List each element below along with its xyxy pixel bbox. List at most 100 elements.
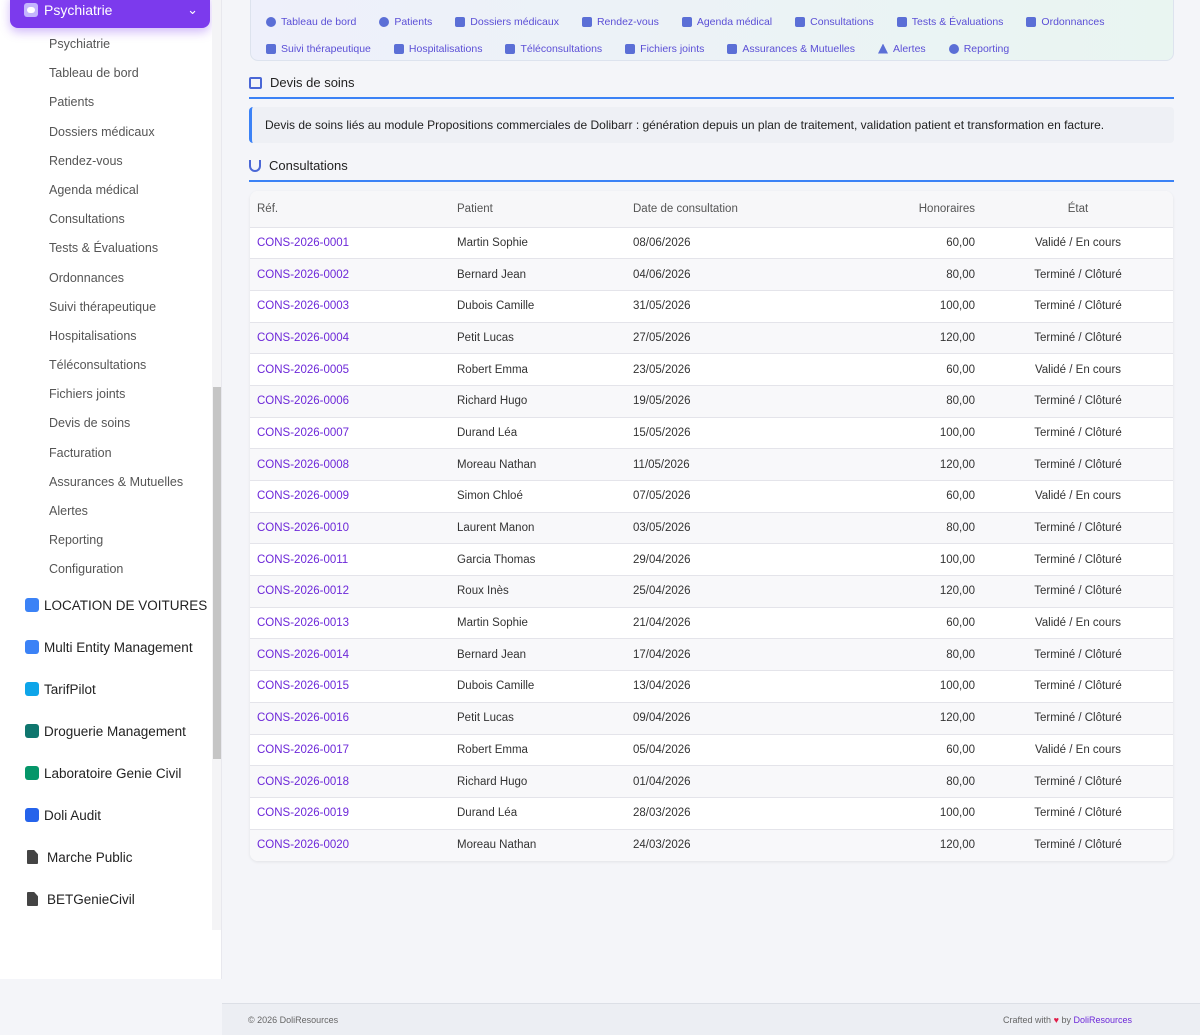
sidebar-module-doli-audit[interactable]: Doli Audit [0,794,212,836]
top-nav-rendez-vous[interactable]: Rendez-vous [581,16,659,28]
sidebar-item-agenda-medical[interactable]: Agenda médical [0,176,212,205]
top-nav-tests-evaluations[interactable]: Tests & Évaluations [896,15,1004,28]
cell-etat: Terminé / Clôturé [1034,458,1122,471]
sidebar-item-rendez-vous[interactable]: Rendez-vous [0,147,212,176]
cell-patient: Dubois Camille [457,300,535,313]
sidebar-module-multi-entity-management[interactable]: Multi Entity Management [0,626,212,668]
cell-ref: CONS-2026-0018 [250,766,457,798]
top-nav-dossiers-medicaux[interactable]: Dossiers médicaux [455,16,559,28]
sidebar-item-tableau-de-bord[interactable]: Tableau de bord [0,59,212,88]
consultation-ref-link[interactable]: CONS-2026-0014 [257,649,349,661]
sidebar-module-location-de-voitures[interactable]: LOCATION DE VOITURES [0,584,212,626]
table-row: CONS-2026-0015 Dubois Camille 13/04/2026 10… [250,670,1173,703]
table-row: CONS-2026-0001 Martin Sophie 08/06/2026 60,… [250,227,1173,259]
sidebar-module-droguerie-management[interactable]: Droguerie Management [0,710,212,752]
top-nav-label: Dossiers médicaux [470,15,559,28]
cell-etat: Terminé / Clôturé [1034,680,1122,693]
sidebar-item-facturation[interactable]: Facturation [0,439,212,468]
sidebar-item-suivi-therapeutique[interactable]: Suivi thérapeutique [0,293,212,322]
top-nav-teleconsultations[interactable]: Téléconsultations [505,43,602,55]
consultation-ref-link[interactable]: CONS-2026-0010 [257,522,349,534]
cell-date: 28/03/2026 [633,807,691,820]
table-row: CONS-2026-0004 Petit Lucas 27/05/2026 120,0… [250,322,1173,354]
sidebar-item-patients[interactable]: Patients [0,88,212,117]
sidebar-item-alertes[interactable]: Alertes [0,497,212,526]
consultation-ref-link[interactable]: CONS-2026-0020 [257,839,349,851]
col-honoraires-header[interactable]: Honoraires [823,191,975,227]
consultation-ref-link[interactable]: CONS-2026-0006 [257,395,349,407]
sidebar-module-tarifpilot[interactable]: TarifPilot [0,668,212,710]
sidebar-scrollbar-thumb[interactable] [213,387,221,759]
top-nav-assurances-mutuelles[interactable]: Assurances & Mutuelles [727,43,855,55]
cell-patient: Richard Hugo [457,775,528,788]
sidebar-item-consultations[interactable]: Consultations [0,205,212,234]
top-nav-tableau-de-bord[interactable]: Tableau de bord [266,16,356,28]
video-icon [505,43,516,54]
consultation-ref-link[interactable]: CONS-2026-0016 [257,712,349,724]
sidebar-item-psychiatrie[interactable]: Psychiatrie [0,30,212,59]
top-nav-ordonnances[interactable]: Ordonnances [1026,16,1104,28]
cell-ref: CONS-2026-0009 [250,481,457,513]
sidebar-module-betgeniecivil[interactable]: BETGenieCivil [0,878,212,920]
col-ref-header[interactable]: Réf. [250,191,457,227]
sidebar-item-hospitalisations[interactable]: Hospitalisations [0,322,212,351]
consultation-ref-link[interactable]: CONS-2026-0015 [257,680,349,692]
cell-etat: Terminé / Clôturé [1034,395,1122,408]
sidebar-item-configuration[interactable]: Configuration [0,555,212,584]
top-nav-consultations[interactable]: Consultations [795,16,874,28]
sidebar-item-devis-de-soins[interactable]: Devis de soins [0,409,212,438]
cell-ref: CONS-2026-0003 [250,290,457,322]
cell-date: 15/05/2026 [633,426,691,439]
consultation-ref-link[interactable]: CONS-2026-0009 [257,490,349,502]
top-nav-patients[interactable]: Patients [379,16,432,28]
top-nav-fichiers-joints[interactable]: Fichiers joints [625,43,704,55]
sidebar-module-laboratoire-genie-civil[interactable]: Laboratoire Genie Civil [0,752,212,794]
consultation-ref-link[interactable]: CONS-2026-0002 [257,269,349,281]
cell-ref: CONS-2026-0004 [250,322,457,354]
sidebar-active-title: Psychiatrie [44,2,113,18]
consultation-ref-link[interactable]: CONS-2026-0007 [257,427,349,439]
cell-date: 27/05/2026 [633,331,691,344]
consultations-section-title: Consultations [269,158,348,173]
sidebar-item-ordonnances[interactable]: Ordonnances [0,264,212,293]
consultation-ref-link[interactable]: CONS-2026-0018 [257,776,349,788]
table-row: CONS-2026-0005 Robert Emma 23/05/2026 60,00… [250,353,1173,386]
cell-honoraires: 60,00 [946,236,975,249]
sidebar-item-assurances-mutuelles[interactable]: Assurances & Mutuelles [0,468,212,497]
sidebar-item-fichiers-joints[interactable]: Fichiers joints [0,380,212,409]
footer-brand-link[interactable]: DoliResources [1073,1015,1132,1025]
col-patient-header[interactable]: Patient [457,191,633,227]
sidebar-module-marche-public[interactable]: Marche Public [0,836,212,878]
consultation-ref-link[interactable]: CONS-2026-0019 [257,807,349,819]
page-footer: © 2026 DoliResources Crafted with ♥ by D… [222,1003,1200,1035]
top-nav-reporting[interactable]: Reporting [948,43,1009,55]
chevron-down-icon[interactable]: ⌄ [187,2,198,18]
top-nav-hospitalisations[interactable]: Hospitalisations [393,43,482,55]
consultation-ref-link[interactable]: CONS-2026-0004 [257,332,349,344]
sidebar-item-teleconsultations[interactable]: Téléconsultations [0,351,212,380]
cell-date: 25/04/2026 [633,585,691,598]
consultation-ref-link[interactable]: CONS-2026-0003 [257,300,349,312]
consultation-ref-link[interactable]: CONS-2026-0012 [257,585,349,597]
col-date-header[interactable]: Date de consultation [633,191,823,227]
cell-patient: Moreau Nathan [457,458,537,471]
top-nav-label: Tests & Évaluations [911,15,1004,28]
sidebar-module-label: Droguerie Management [44,723,186,739]
sidebar-active-module[interactable]: Psychiatrie ⌄ [10,0,210,28]
sidebar-item-dossiers-medicaux[interactable]: Dossiers médicaux [0,118,212,147]
top-nav-agenda-medical[interactable]: Agenda médical [681,16,772,28]
consultation-ref-link[interactable]: CONS-2026-0005 [257,364,349,376]
sidebar-item-tests-evaluations[interactable]: Tests & Évaluations [0,234,212,263]
consultation-ref-link[interactable]: CONS-2026-0001 [257,237,349,249]
top-nav-suivi-therapeutique[interactable]: Suivi thérapeutique [266,43,371,55]
consultation-ref-link[interactable]: CONS-2026-0013 [257,617,349,629]
top-nav-label: Tableau de bord [281,15,357,28]
cell-ref: CONS-2026-0015 [250,671,457,703]
top-nav-alertes[interactable]: Alertes [878,43,926,55]
sidebar-item-reporting[interactable]: Reporting [0,526,212,555]
consultation-ref-link[interactable]: CONS-2026-0011 [257,554,348,566]
cell-honoraires: 120,00 [939,331,975,344]
consultation-ref-link[interactable]: CONS-2026-0017 [257,744,349,756]
col-etat-header[interactable]: État [975,191,1173,227]
consultation-ref-link[interactable]: CONS-2026-0008 [257,459,349,471]
